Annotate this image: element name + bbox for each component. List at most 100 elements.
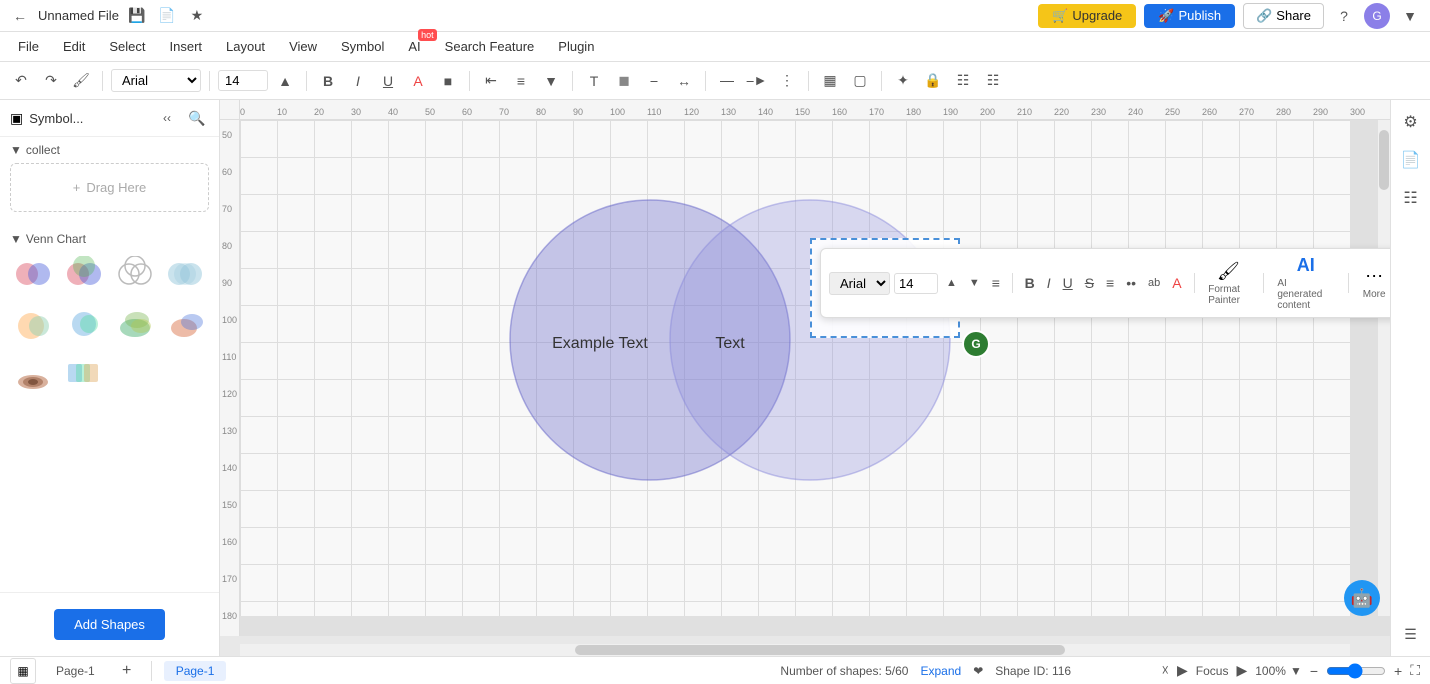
sep2	[209, 71, 210, 91]
venn-header[interactable]: ▼ Venn Chart	[10, 232, 209, 246]
account-chevron[interactable]: ▼	[1398, 4, 1422, 28]
float-list[interactable]: ••	[1122, 273, 1140, 293]
venn-shape-9[interactable]	[10, 352, 55, 396]
arrange-btn[interactable]: ▦	[817, 68, 843, 94]
collect-header[interactable]: ▼ collect	[10, 143, 209, 157]
export-icon[interactable]: 📄	[155, 4, 179, 28]
underline-button[interactable]: U	[375, 68, 401, 94]
fullscreen-btn[interactable]: ⛶	[1410, 662, 1420, 679]
layers-btn[interactable]: ☓	[1162, 662, 1169, 679]
venn-shape-3[interactable]	[113, 252, 158, 296]
float-list-indent[interactable]: ≡	[1102, 273, 1118, 293]
font-color-button[interactable]: A	[405, 68, 431, 94]
float-small-text[interactable]: ab	[1144, 275, 1164, 291]
menu-edit[interactable]: Edit	[53, 35, 95, 58]
share-button[interactable]: 🔗 Share	[1243, 3, 1324, 29]
float-bold[interactable]: B	[1021, 273, 1039, 293]
ai-icon: AI	[1297, 255, 1315, 276]
back-button[interactable]: ←	[8, 4, 32, 28]
menu-select[interactable]: Select	[99, 35, 155, 58]
avatar[interactable]: G	[1364, 3, 1390, 29]
zoom-in-btn[interactable]: +	[1394, 663, 1402, 679]
float-font-down[interactable]: ▼	[965, 275, 984, 291]
menu-view[interactable]: View	[279, 35, 327, 58]
more-section[interactable]: ⋯ More	[1357, 264, 1390, 302]
menu-symbol[interactable]: Symbol	[331, 35, 394, 58]
venn-shape-1[interactable]	[10, 252, 55, 296]
sidebar-search[interactable]: 🔍	[185, 106, 209, 130]
fill-color[interactable]: ◼	[611, 68, 637, 94]
scroll-horizontal[interactable]	[240, 644, 1350, 656]
zoom-out-btn[interactable]: −	[1310, 663, 1318, 679]
special-btn[interactable]: ✦	[890, 68, 916, 94]
star-icon[interactable]: ★	[185, 4, 209, 28]
venn-shape-6[interactable]	[61, 302, 106, 346]
float-italic[interactable]: I	[1043, 273, 1055, 293]
venn-shape-4[interactable]	[164, 252, 209, 296]
help-icon[interactable]: ?	[1332, 4, 1356, 28]
group-btn[interactable]: ☷	[950, 68, 976, 94]
right-grid-btn[interactable]: ☷	[1397, 184, 1425, 212]
ai-content-section[interactable]: AI AI generated content	[1271, 253, 1340, 313]
align-dropdown[interactable]: ▼	[538, 68, 564, 94]
menu-layout[interactable]: Layout	[216, 35, 275, 58]
page-tab-active[interactable]: Page-1	[164, 661, 227, 681]
chatbot-button[interactable]: 🤖	[1344, 580, 1380, 616]
publish-button[interactable]: 🚀 Publish	[1144, 4, 1235, 28]
font-size-up[interactable]: ▲	[272, 68, 298, 94]
sidebar-toggle[interactable]: ‹‹	[155, 106, 179, 130]
connector-btn[interactable]: ↔	[671, 68, 697, 94]
undo-button[interactable]: ↶	[8, 68, 34, 94]
menu-search-feature[interactable]: Search Feature	[435, 35, 545, 58]
menu-plugin[interactable]: Plugin	[548, 35, 604, 58]
font-size-input[interactable]	[218, 70, 268, 91]
add-shapes-button[interactable]: Add Shapes	[54, 609, 165, 640]
page-view-button[interactable]: ▦	[10, 658, 36, 684]
float-underline[interactable]: U	[1059, 273, 1077, 293]
float-font-up[interactable]: ▲	[942, 275, 961, 291]
table-btn[interactable]: ☷	[980, 68, 1006, 94]
italic-button[interactable]: I	[345, 68, 371, 94]
font-family-select[interactable]: Arial	[111, 69, 201, 92]
scroll-vertical[interactable]	[1378, 120, 1390, 616]
menu-insert[interactable]: Insert	[160, 35, 213, 58]
align-center[interactable]: ≡	[508, 68, 534, 94]
text-style[interactable]: T	[581, 68, 607, 94]
venn-shape-5[interactable]	[10, 302, 55, 346]
expand-link[interactable]: Expand	[920, 664, 961, 678]
line-color[interactable]: ⎯	[641, 68, 667, 94]
format-painter-section[interactable]: 🖌 Format Painter	[1202, 259, 1254, 308]
drag-area[interactable]: + Drag Here	[10, 163, 209, 212]
venn-shape-8[interactable]	[164, 302, 209, 346]
bold-button[interactable]: B	[315, 68, 341, 94]
venn-shape-10[interactable]	[61, 352, 106, 396]
float-font-size[interactable]	[894, 273, 938, 294]
upgrade-button[interactable]: 🛒 Upgrade	[1038, 4, 1136, 28]
float-align[interactable]: ≡	[988, 273, 1004, 293]
menu-file[interactable]: File	[8, 35, 49, 58]
venn-shape-7[interactable]	[113, 302, 158, 346]
right-data-btn[interactable]: 📄	[1397, 146, 1425, 174]
right-style-btn[interactable]: ⚙	[1397, 108, 1425, 136]
line-end[interactable]: ⎯►	[744, 68, 770, 94]
lock-btn[interactable]: 🔒	[920, 68, 946, 94]
right-bottom-icon[interactable]: ☰	[1397, 620, 1425, 648]
save-icon[interactable]: 💾	[125, 4, 149, 28]
venn-shape-2[interactable]	[61, 252, 106, 296]
page-tab-1[interactable]: Page-1	[44, 661, 107, 681]
format-painter-toolbar[interactable]: 🖌	[68, 68, 94, 94]
float-font-select[interactable]: Arial	[829, 272, 890, 295]
add-page-button[interactable]: +	[115, 659, 139, 683]
redo-button[interactable]: ↷	[38, 68, 64, 94]
float-text-color[interactable]: A	[1168, 273, 1185, 293]
line-style[interactable]: ⎯⎯	[714, 68, 740, 94]
float-strike[interactable]: S	[1081, 273, 1098, 293]
font-bg-button[interactable]: ■	[435, 68, 461, 94]
align-left[interactable]: ⇤	[478, 68, 504, 94]
shape-props[interactable]: ▢	[847, 68, 873, 94]
line-dots[interactable]: ⋮	[774, 68, 800, 94]
focus-camera[interactable]: ▶	[1177, 662, 1188, 679]
play-btn[interactable]: ▶	[1236, 662, 1247, 679]
canvas-inner[interactable]: Example Text Text Example Text G 🤖	[240, 120, 1390, 636]
zoom-slider[interactable]	[1326, 663, 1386, 679]
